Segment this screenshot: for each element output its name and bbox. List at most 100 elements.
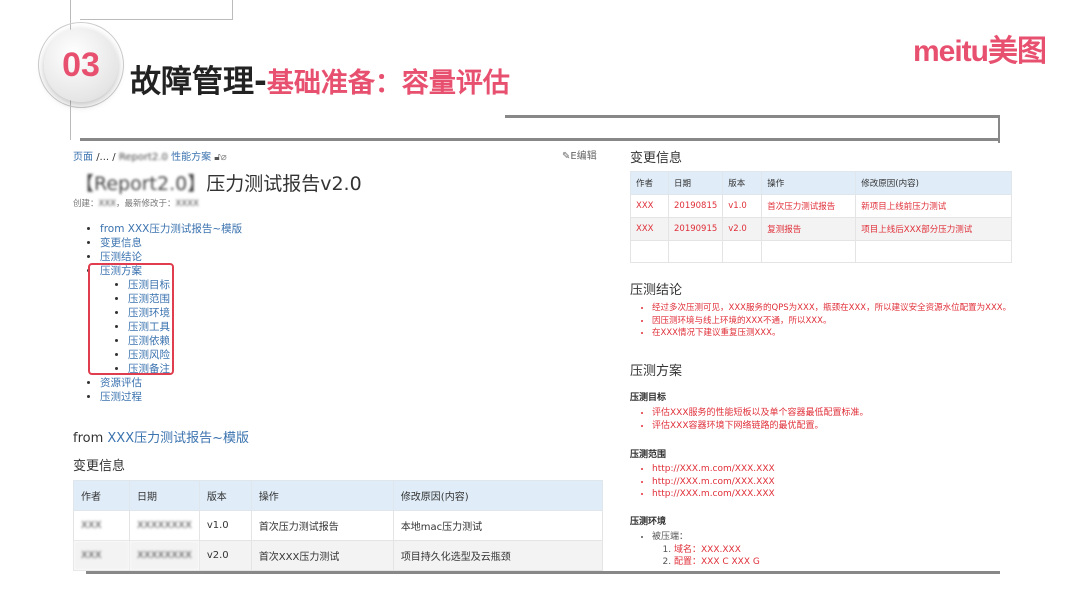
decor-line — [232, 0, 233, 20]
table-cell: 复测报告 — [761, 217, 857, 241]
env-heading: 压测环境 — [630, 517, 667, 527]
table-cell — [630, 240, 669, 263]
list-item: 变更信息 — [100, 236, 372, 250]
scope-heading: 压测范围 — [630, 450, 667, 460]
table-cell: 操作 — [761, 171, 857, 195]
table-cell: XXX — [73, 510, 130, 541]
text: XXX — [98, 199, 116, 209]
decor-line — [80, 19, 232, 20]
list-item: 因压测环境与线上环境的XXX不通，所以XXX。 — [652, 315, 1016, 328]
text: 创建： — [73, 199, 99, 209]
edit-label: E编辑 — [570, 151, 597, 162]
table-cell: v2.0 — [722, 217, 763, 241]
breadcrumb-parent[interactable]: Report2.0 — [119, 152, 168, 163]
change-heading: 变更信息 — [73, 459, 126, 474]
toc-item[interactable]: 压测过程 — [100, 391, 142, 403]
text: ，最新修改于： — [116, 199, 176, 209]
from-heading: from XXX压力测试报告~模版 — [73, 427, 249, 446]
table-cell: 20190815 — [667, 194, 724, 218]
list-item: 经过多次压测可见，XXX服务的QPS为XXX，瓶颈在XXX，所以建议安全资源水位… — [652, 302, 1016, 315]
conclusion-list: 经过多次压测可见，XXX服务的QPS为XXX，瓶颈在XXX，所以建议安全资源水位… — [626, 302, 1016, 340]
text: 被压端： — [652, 532, 689, 542]
env-list: 被压端： 域名：XXX.XXX 配置：XXX C XXX G — [626, 531, 760, 569]
table-cell — [722, 240, 763, 263]
meitu-logo: meitu美图 — [912, 35, 1047, 68]
goal-heading: 压测目标 — [630, 393, 667, 403]
template-link[interactable]: XXX压力测试报告~模版 — [107, 431, 249, 446]
table-cell: 操作 — [250, 480, 394, 511]
divider — [998, 115, 1000, 145]
scope-link[interactable]: http://XXX.m.com/XXX.XXX — [652, 489, 775, 499]
table-cell: 首次压力测试报告 — [761, 194, 857, 218]
breadcrumb-sep: /... / — [96, 152, 116, 163]
table-cell: 版本 — [722, 171, 763, 195]
table-row — [630, 240, 1012, 263]
attachment-icon[interactable]: ⌀ — [221, 152, 227, 163]
table-cell: v1.0 — [722, 194, 763, 218]
table-cell: XXXXXXXX — [129, 510, 200, 541]
doc-page-right: 变更信息 作者 日期 版本 操作 修改原因(内容) XXX 20190815 v1.0 首次压… — [622, 143, 1012, 571]
scope-link[interactable]: http://XXX.m.com/XXX.XXX — [652, 464, 775, 474]
table-cell — [667, 240, 724, 263]
breadcrumb-root[interactable]: 页面 — [73, 152, 93, 163]
page-meta: 创建：XXX，最新修改于：XXXX — [73, 197, 199, 209]
table-cell: 首次压力测试报告 — [250, 510, 394, 541]
list-item: 压测结论 — [100, 250, 372, 264]
table-cell: 日期 — [129, 480, 200, 511]
list-item: 被压端： 域名：XXX.XXX 配置：XXX C XXX G — [652, 531, 760, 569]
plan-heading: 压测方案 — [630, 364, 683, 379]
text: 作者 日期 版本 操作 修改原因(内容) — [630, 171, 1012, 195]
list-item: http://XXX.m.com/XXX.XXX — [652, 488, 775, 501]
toc-item[interactable]: 资源评估 — [100, 377, 142, 389]
title-text: 压力测试报告v2.0 — [206, 173, 362, 195]
breadcrumb: 页面 /... / Report2.0 性能方案 🔓︎⌀ — [73, 148, 227, 163]
table-cell: 版本 — [198, 480, 252, 511]
table-row: XXX XXXXXXXX v2.0 首次XXX压力测试 项目持久化选型及云瓶颈 — [73, 540, 604, 571]
list-item: from XXX压力测试报告~模版 — [100, 222, 372, 236]
toc-item[interactable]: 变更信息 — [100, 237, 142, 249]
list-item: 在XXX情况下建议重复压测XXX。 — [652, 327, 1016, 340]
edit-button[interactable]: ✎E编辑 — [562, 147, 597, 162]
table-cell: XXX — [630, 194, 669, 218]
list-item: 评估XXX容器环境下网络链路的最优配置。 — [652, 420, 869, 433]
text: 域名：XXX.XXX 配置：XXX C XXX G — [652, 544, 760, 569]
text: 域名 — [674, 544, 693, 555]
table-cell: 作者 — [630, 171, 669, 195]
table-cell: XXXXXXXX — [129, 540, 200, 571]
list-item: http://XXX.m.com/XXX.XXX — [652, 463, 775, 476]
table-cell: 20190915 — [667, 217, 724, 241]
breadcrumb-page[interactable]: 性能方案 — [171, 152, 211, 163]
page-title: 【Report2.0】压力测试报告v2.0 — [75, 169, 362, 196]
toc-item[interactable]: 压测结论 — [100, 251, 142, 263]
text: from — [73, 431, 108, 446]
table-cell: v1.0 — [198, 510, 252, 541]
text: 作者 日期 版本 操作 修改原因(内容) XXX XXXXXXXX v1.0 首次压力测试报告… — [73, 480, 604, 571]
text: ：XXX.XXX — [692, 544, 741, 555]
table-cell: 作者 — [73, 480, 130, 511]
divider — [505, 115, 1000, 118]
highlight-box — [88, 263, 174, 375]
text: 作者 日期 版本 操作 修改原因(内容) XXX 20190815 v1.0 首次压力测试报告… — [630, 171, 1012, 263]
text: 作者 日期 版本 操作 修改原因(内容) — [73, 480, 604, 511]
table-cell: 项目持久化选型及云瓶颈 — [392, 540, 604, 571]
list-item: 压测过程 — [100, 390, 372, 404]
section-number: 03 — [44, 28, 118, 102]
list-item: http://XXX.m.com/XXX.XXX — [652, 476, 775, 489]
change-table: 作者 日期 版本 操作 修改原因(内容) XXX 20190815 v1.0 首次压力测试报告… — [630, 171, 1012, 263]
slide-title: 故障管理-基础准备：容量评估 — [130, 56, 510, 101]
table-cell: 新项目上线前压力测试 — [855, 194, 1012, 218]
scope-link[interactable]: http://XXX.m.com/XXX.XXX — [652, 477, 775, 487]
list-item: 配置：XXX C XXX G — [674, 556, 760, 569]
text: 作者 日期 版本 操作 修改原因(内容) XXX 20190815 v1.0 首次压力测试报告… — [630, 171, 1012, 263]
toc-item[interactable]: from XXX压力测试报告~模版 — [100, 223, 242, 235]
text: 基础准备：容量评估 — [266, 68, 510, 99]
table-cell: XXX — [630, 217, 669, 241]
scope-list: http://XXX.m.com/XXX.XXX http://XXX.m.co… — [626, 463, 775, 501]
table-cell — [855, 240, 1012, 263]
table-row: XXX XXXXXXXX v1.0 首次压力测试报告 本地mac压力测试 — [73, 510, 604, 541]
table-cell: v2.0 — [198, 540, 252, 571]
table-cell: 修改原因(内容) — [855, 171, 1012, 195]
change-heading: 变更信息 — [630, 151, 683, 166]
table-cell: XXX — [73, 540, 130, 571]
table-cell: 项目上线后XXX部分压力测试 — [855, 217, 1012, 241]
